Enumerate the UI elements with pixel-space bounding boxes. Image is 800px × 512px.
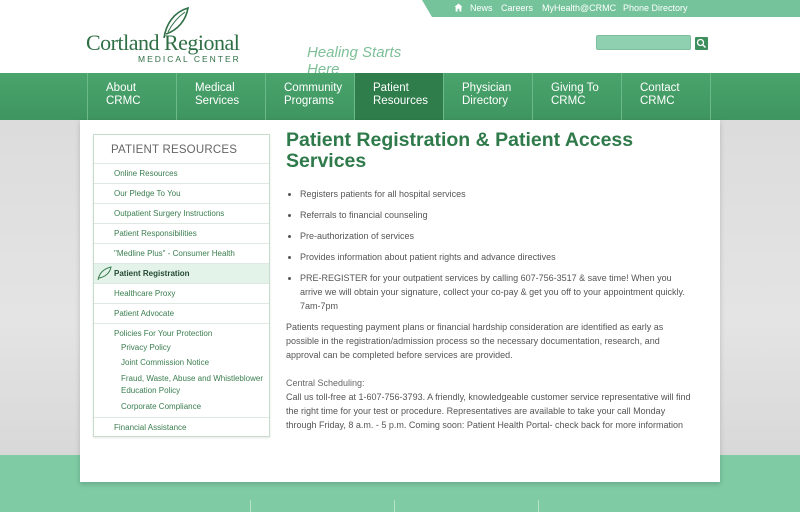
phone-directory-link[interactable]: Phone Directory xyxy=(623,3,688,13)
sidebar-item-patient-registration[interactable]: Patient Registration xyxy=(94,263,269,283)
sidebar-subitem-education-policy[interactable]: Education Policy xyxy=(121,385,180,397)
logo-name: Cortland Regional xyxy=(86,30,240,55)
sidebar-subitem-privacy-policy[interactable]: Privacy Policy xyxy=(121,342,171,354)
sidebar: PATIENT RESOURCES Online Resources Our P… xyxy=(93,134,270,437)
nav-community-programs[interactable]: Community Programs xyxy=(266,73,355,120)
list-item: Registers patients for all hospital serv… xyxy=(300,187,696,201)
list-item: Pre-authorization of services xyxy=(300,229,696,243)
search-input[interactable] xyxy=(596,35,691,50)
logo[interactable]: Cortland Regional MEDICAL CENTER xyxy=(86,6,256,64)
content-panel: PATIENT RESOURCES Online Resources Our P… xyxy=(80,120,720,482)
sidebar-item-patient-responsibilities[interactable]: Patient Responsibilities xyxy=(94,223,269,243)
sidebar-title: PATIENT RESOURCES xyxy=(111,144,238,156)
sidebar-subitem-joint-commission[interactable]: Joint Commission Notice xyxy=(121,357,209,369)
nav-giving[interactable]: Giving To CRMC xyxy=(533,73,622,120)
careers-link[interactable]: Careers xyxy=(501,3,533,13)
page-title: Patient Registration & Patient Access Se… xyxy=(286,129,634,172)
sidebar-item-online-resources[interactable]: Online Resources xyxy=(94,163,269,183)
logo-subtitle: MEDICAL CENTER xyxy=(138,54,241,64)
sidebar-item-medline-plus[interactable]: "Medline Plus" - Consumer Health xyxy=(94,243,269,263)
list-item: PRE-REGISTER for your outpatient service… xyxy=(300,271,696,313)
sidebar-item-our-pledge[interactable]: Our Pledge To You xyxy=(94,183,269,203)
payment-plans-paragraph: Patients requesting payment plans or fin… xyxy=(286,322,664,360)
footer-divider xyxy=(394,500,395,512)
list-item: Provides information about patient right… xyxy=(300,250,696,264)
sidebar-item-financial-assistance[interactable]: Financial Assistance xyxy=(94,417,269,437)
services-list: Registers patients for all hospital serv… xyxy=(300,187,696,313)
myhealth-link[interactable]: MyHealth@CRMC xyxy=(542,3,616,13)
search-icon xyxy=(696,38,707,49)
sidebar-subitem-fraud-waste[interactable]: Fraud, Waste, Abuse and Whistleblower xyxy=(121,373,263,385)
top-utility-bar: News Careers MyHealth@CRMC Phone Directo… xyxy=(422,0,800,17)
search-button[interactable] xyxy=(695,37,708,50)
footer-divider xyxy=(250,500,251,512)
nav-patient-resources[interactable]: Patient Resources xyxy=(355,73,444,120)
sidebar-item-healthcare-proxy[interactable]: Healthcare Proxy xyxy=(94,283,269,303)
nav-about[interactable]: About CRMC xyxy=(88,73,177,120)
leaf-icon xyxy=(97,266,112,281)
nav-contact[interactable]: Contact CRMC xyxy=(622,73,711,120)
list-item: Referrals to financial counseling xyxy=(300,208,696,222)
nav-medical-services[interactable]: Medical Services xyxy=(177,73,266,120)
home-icon[interactable] xyxy=(454,3,463,12)
sidebar-subitem-corporate-compliance[interactable]: Corporate Compliance xyxy=(121,401,201,413)
news-link[interactable]: News xyxy=(470,3,493,13)
scheduling-paragraph: Call us toll-free at 1-607-756-3793. A f… xyxy=(286,392,691,430)
nav-physician-directory[interactable]: Physician Directory xyxy=(444,73,533,120)
main-content: Patient Registration & Patient Access Se… xyxy=(286,130,696,432)
sidebar-item-outpatient-surgery[interactable]: Outpatient Surgery Instructions xyxy=(94,203,269,223)
scheduling-heading: Central Scheduling: xyxy=(286,378,365,388)
main-navigation: About CRMC Medical Services Community Progr… xyxy=(0,73,800,120)
sidebar-item-patient-advocate[interactable]: Patient Advocate xyxy=(94,303,269,323)
footer-divider xyxy=(538,500,539,512)
